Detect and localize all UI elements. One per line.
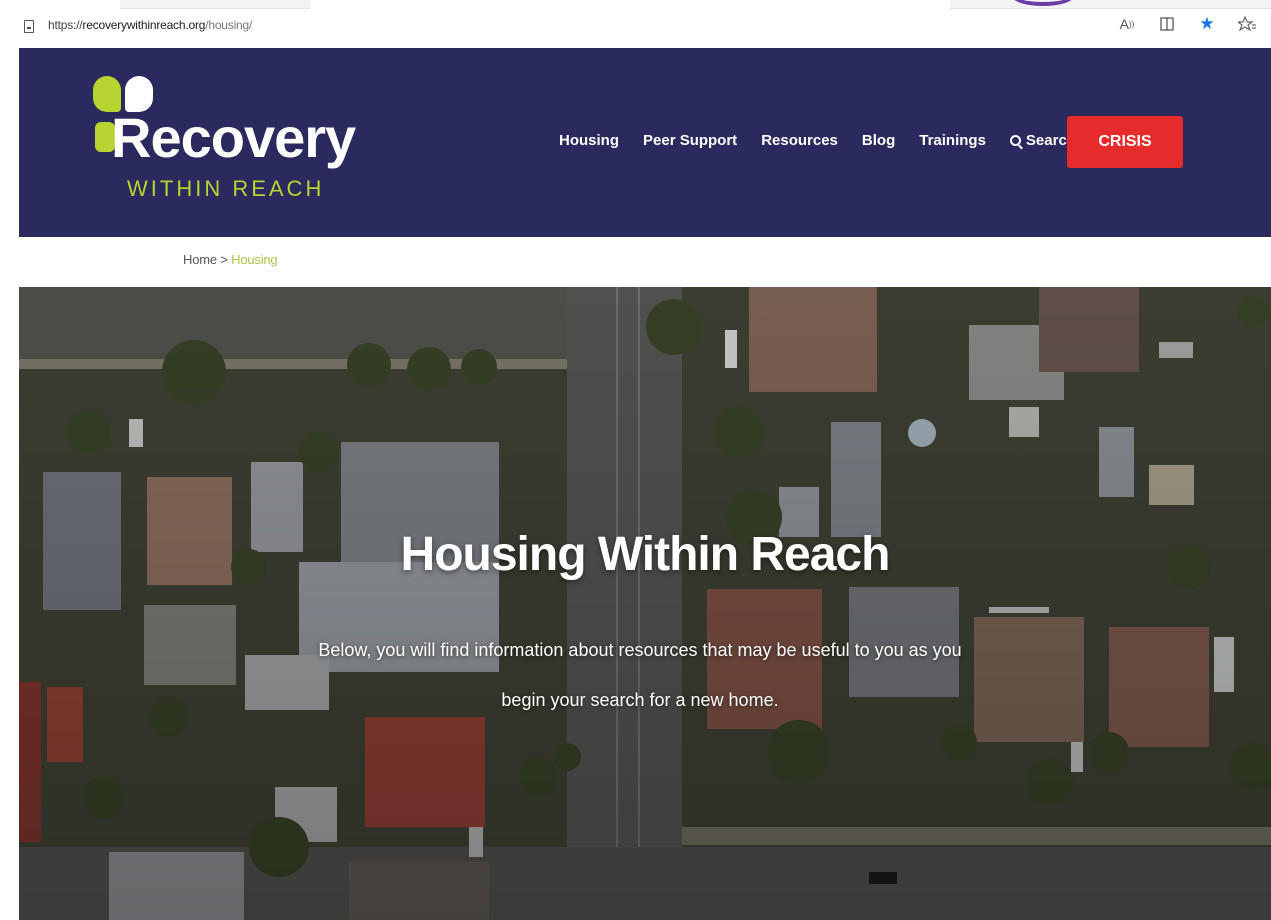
- favorite-star-icon[interactable]: ★: [1197, 14, 1217, 34]
- crisis-button[interactable]: CRISIS: [1067, 116, 1183, 168]
- page-info-icon[interactable]: [24, 20, 34, 33]
- tab-decoration-icon: [1012, 0, 1074, 6]
- immersive-reader-icon[interactable]: [1157, 14, 1177, 34]
- url-host: recoverywithinreach.org: [82, 18, 206, 32]
- logo-tagline: WITHIN REACH: [127, 176, 325, 201]
- hero-banner: Housing Within Reach Below, you will fin…: [19, 287, 1271, 920]
- nav-item-resources[interactable]: Resources: [761, 132, 838, 149]
- url-field[interactable]: https://recoverywithinreach.org/housing/: [48, 18, 252, 32]
- logo-wordmark: Recovery: [111, 106, 356, 169]
- breadcrumb-current: Housing: [231, 252, 278, 267]
- site-logo[interactable]: Recovery WITHIN REACH: [93, 74, 356, 214]
- nav-item-trainings[interactable]: Trainings: [919, 132, 986, 149]
- url-path: /housing/: [205, 18, 253, 32]
- nav-item-blog[interactable]: Blog: [862, 132, 895, 149]
- hero-title: Housing Within Reach: [400, 528, 891, 581]
- nav-item-housing[interactable]: Housing: [559, 132, 619, 149]
- nav-item-peer-support[interactable]: Peer Support: [643, 132, 737, 149]
- breadcrumb: Home > Housing: [183, 252, 278, 267]
- browser-address-bar: https://recoverywithinreach.org/housing/…: [0, 0, 1271, 48]
- main-nav: Housing Peer Support Resources Blog Trai…: [559, 132, 1100, 149]
- search-icon: [1009, 135, 1021, 146]
- read-aloud-icon[interactable]: A)): [1117, 14, 1137, 34]
- url-prefix: https://: [48, 18, 83, 32]
- hero-background-image: [19, 287, 1271, 920]
- site-header: Recovery WITHIN REACH Housing Peer Suppo…: [19, 48, 1271, 237]
- favorites-icon[interactable]: [1237, 14, 1257, 34]
- breadcrumb-separator: >: [220, 252, 228, 267]
- breadcrumb-home[interactable]: Home: [183, 252, 217, 267]
- hero-description: Below, you will find information about r…: [318, 640, 962, 710]
- browser-tab-strip: [0, 0, 1271, 9]
